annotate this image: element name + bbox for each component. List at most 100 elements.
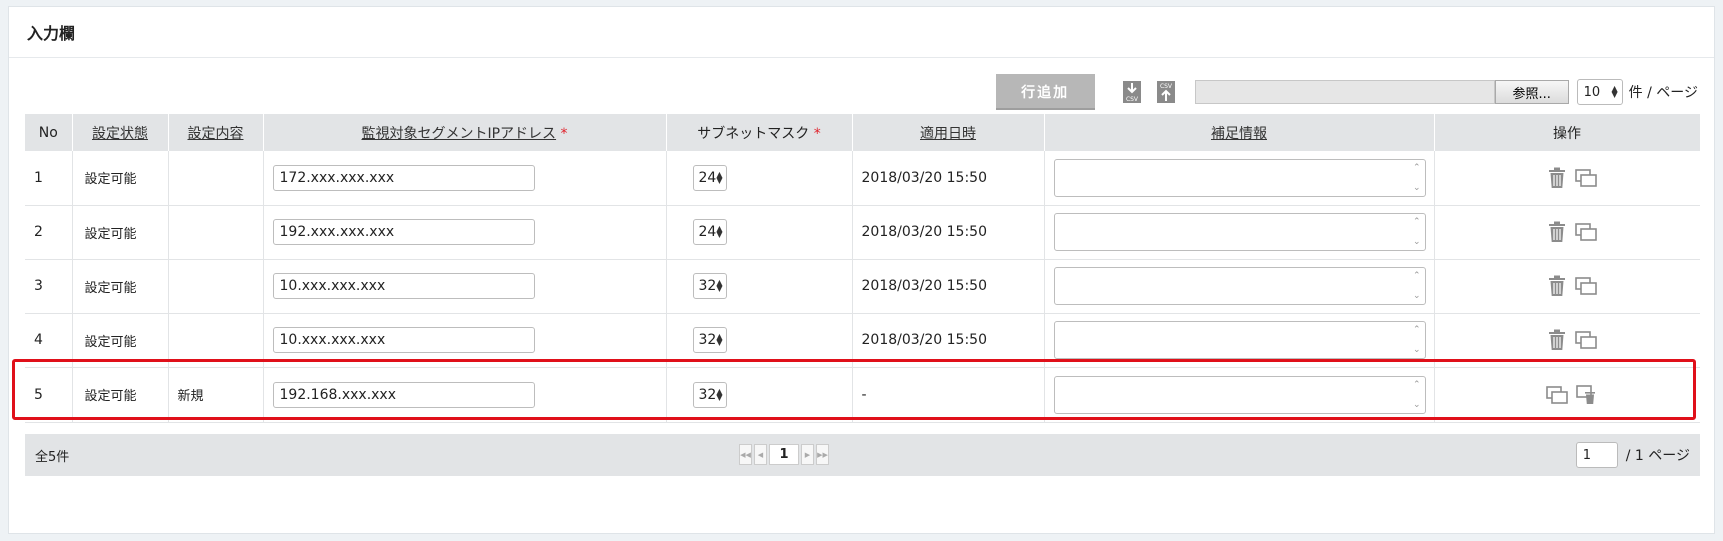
row-mask-cell: 32 ▲ ▼ [666,313,853,368]
trash-icon[interactable] [1547,167,1567,189]
updown-icon: ▲ ▼ [716,332,723,347]
trash-icon[interactable] [1547,221,1567,243]
col-ip[interactable]: 監視対象セグメントIPアドレス * [263,114,667,151]
row-status: 設定可能 [72,205,169,260]
per-page-value: 10 [1583,84,1601,100]
add-row-button[interactable]: 行追加 [995,74,1095,110]
prev-page-icon[interactable]: ◀ [754,444,767,465]
row-note-cell: ⌃ ⌄ [1044,259,1435,314]
ip-address-input[interactable]: 192.168.xxx.xxx [272,381,535,408]
svg-text:CSV: CSV [1126,96,1139,103]
row-ip-cell: 172.xxx.xxx.xxx [263,151,667,206]
row-ops-cell [1434,367,1700,423]
copy-icon[interactable] [1574,223,1597,241]
ip-address-input[interactable]: 192.xxx.xxx.xxx [272,219,535,245]
subnet-mask-value: 32 [698,332,717,348]
row-mask-cell: 32 ▲ ▼ [666,367,853,423]
scroll-down-icon[interactable]: ⌄ [1413,237,1421,247]
copy-icon[interactable] [1545,385,1568,404]
table-row: 2 設定可能 192.xxx.xxx.xxx 24 ▲ ▼ 2018/03/20 … [25,205,1700,260]
row-note-cell: ⌃ ⌄ [1044,367,1435,423]
subnet-mask-select[interactable]: 32 ▲ ▼ [692,327,727,353]
table-row: 5 設定可能 新規 192.168.xxx.xxx 32 ▲ ▼ - ⌃ ⌄ [25,367,1700,423]
row-actions [1444,329,1701,351]
subnet-mask-select[interactable]: 32 ▲ ▼ [692,381,727,408]
row-note-cell: ⌃ ⌄ [1044,313,1435,368]
row-applied: 2018/03/20 15:50 [852,259,1045,314]
page-total: / 1 ページ [1625,448,1690,464]
subnet-mask-select[interactable]: 24 ▲ ▼ [692,164,727,191]
ip-address-input[interactable]: 10.xxx.xxx.xxx [272,327,535,353]
row-ip-cell: 192.xxx.xxx.xxx [263,205,667,260]
scroll-up-icon[interactable]: ⌃ [1413,325,1421,335]
row-mask-cell: 24 ▲ ▼ [666,151,853,206]
ip-address-input[interactable]: 172.xxx.xxx.xxx [272,164,535,191]
note-textarea[interactable]: ⌃ ⌄ [1053,321,1426,359]
pagination: ◀◀ ◀ 1 ▶ ▶▶ [739,444,829,465]
row-content [168,313,264,368]
updown-icon: ▲ ▼ [716,386,723,402]
note-textarea[interactable]: ⌃ ⌄ [1053,213,1426,251]
toolbar: 行追加 CSV CSV 参照... 10 ▲ ▼ 件 / ページ [995,73,1698,111]
panel-title: 入力欄 [9,7,1714,58]
copy-icon[interactable] [1574,277,1597,295]
row-status: 設定可能 [72,367,169,423]
row-content [168,151,264,206]
row-applied: 2018/03/20 15:50 [852,151,1045,206]
scroll-down-icon[interactable]: ⌄ [1413,345,1421,355]
row-content: 新規 [168,367,264,423]
col-applied[interactable]: 適用日時 [852,114,1045,151]
updown-icon: ▲ ▼ [1611,84,1618,99]
row-actions [1444,275,1701,297]
row-applied: - [852,367,1045,423]
row-note-cell: ⌃ ⌄ [1044,205,1435,260]
row-no: 3 [25,259,73,314]
row-ops-cell [1434,313,1701,368]
subnet-mask-value: 24 [698,224,717,240]
page-jump: 1 / 1 ページ [1575,442,1690,468]
last-page-icon[interactable]: ▶▶ [816,444,829,465]
col-note[interactable]: 補足情報 [1044,114,1435,151]
subnet-mask-select[interactable]: 32 ▲ ▼ [692,273,727,299]
page-number-input[interactable]: 1 [1575,442,1618,468]
col-status[interactable]: 設定状態 [72,114,169,151]
file-path-field[interactable] [1194,80,1495,104]
row-actions [1444,167,1701,189]
scroll-down-icon[interactable]: ⌄ [1413,183,1421,193]
row-no: 1 [25,151,73,206]
row-status: 設定可能 [72,313,169,368]
col-content[interactable]: 設定内容 [168,114,264,151]
ip-address-input[interactable]: 10.xxx.xxx.xxx [272,273,535,299]
required-mark: * [560,125,568,142]
subnet-mask-select[interactable]: 24 ▲ ▼ [692,219,727,245]
per-page-select[interactable]: 10 ▲ ▼ [1576,79,1623,105]
scroll-up-icon[interactable]: ⌃ [1413,163,1421,173]
row-applied: 2018/03/20 15:50 [852,313,1045,368]
scroll-down-icon[interactable]: ⌄ [1413,400,1421,410]
first-page-icon[interactable]: ◀◀ [739,444,752,465]
row-ip-cell: 10.xxx.xxx.xxx [263,313,667,368]
trash-icon[interactable] [1547,329,1567,351]
table-header-row: No 設定状態 設定内容 監視対象セグメントIPアドレス * サブネットマスク … [25,114,1701,151]
required-mark: * [813,125,821,142]
copy-icon[interactable] [1574,168,1597,187]
next-page-icon[interactable]: ▶ [801,444,814,465]
trash-icon[interactable] [1547,275,1567,297]
current-page[interactable]: 1 [769,444,799,465]
subnet-mask-value: 32 [698,386,717,403]
note-textarea[interactable]: ⌃ ⌄ [1053,375,1426,414]
csv-upload-icon[interactable]: CSV [1155,80,1177,104]
note-textarea[interactable]: ⌃ ⌄ [1053,267,1426,305]
csv-download-icon[interactable]: CSV [1121,80,1143,104]
scroll-up-icon[interactable]: ⌃ [1413,217,1421,227]
scroll-up-icon[interactable]: ⌃ [1413,271,1421,281]
row-note-cell: ⌃ ⌄ [1044,151,1435,206]
browse-button[interactable]: 参照... [1494,80,1569,104]
remove-new-row-icon[interactable] [1575,384,1598,405]
copy-icon[interactable] [1574,331,1597,349]
note-textarea[interactable]: ⌃ ⌄ [1053,158,1426,197]
updown-icon: ▲ ▼ [716,278,723,293]
scroll-down-icon[interactable]: ⌄ [1413,291,1421,301]
total-count: 全5件 [35,449,70,465]
scroll-up-icon[interactable]: ⌃ [1413,380,1421,390]
